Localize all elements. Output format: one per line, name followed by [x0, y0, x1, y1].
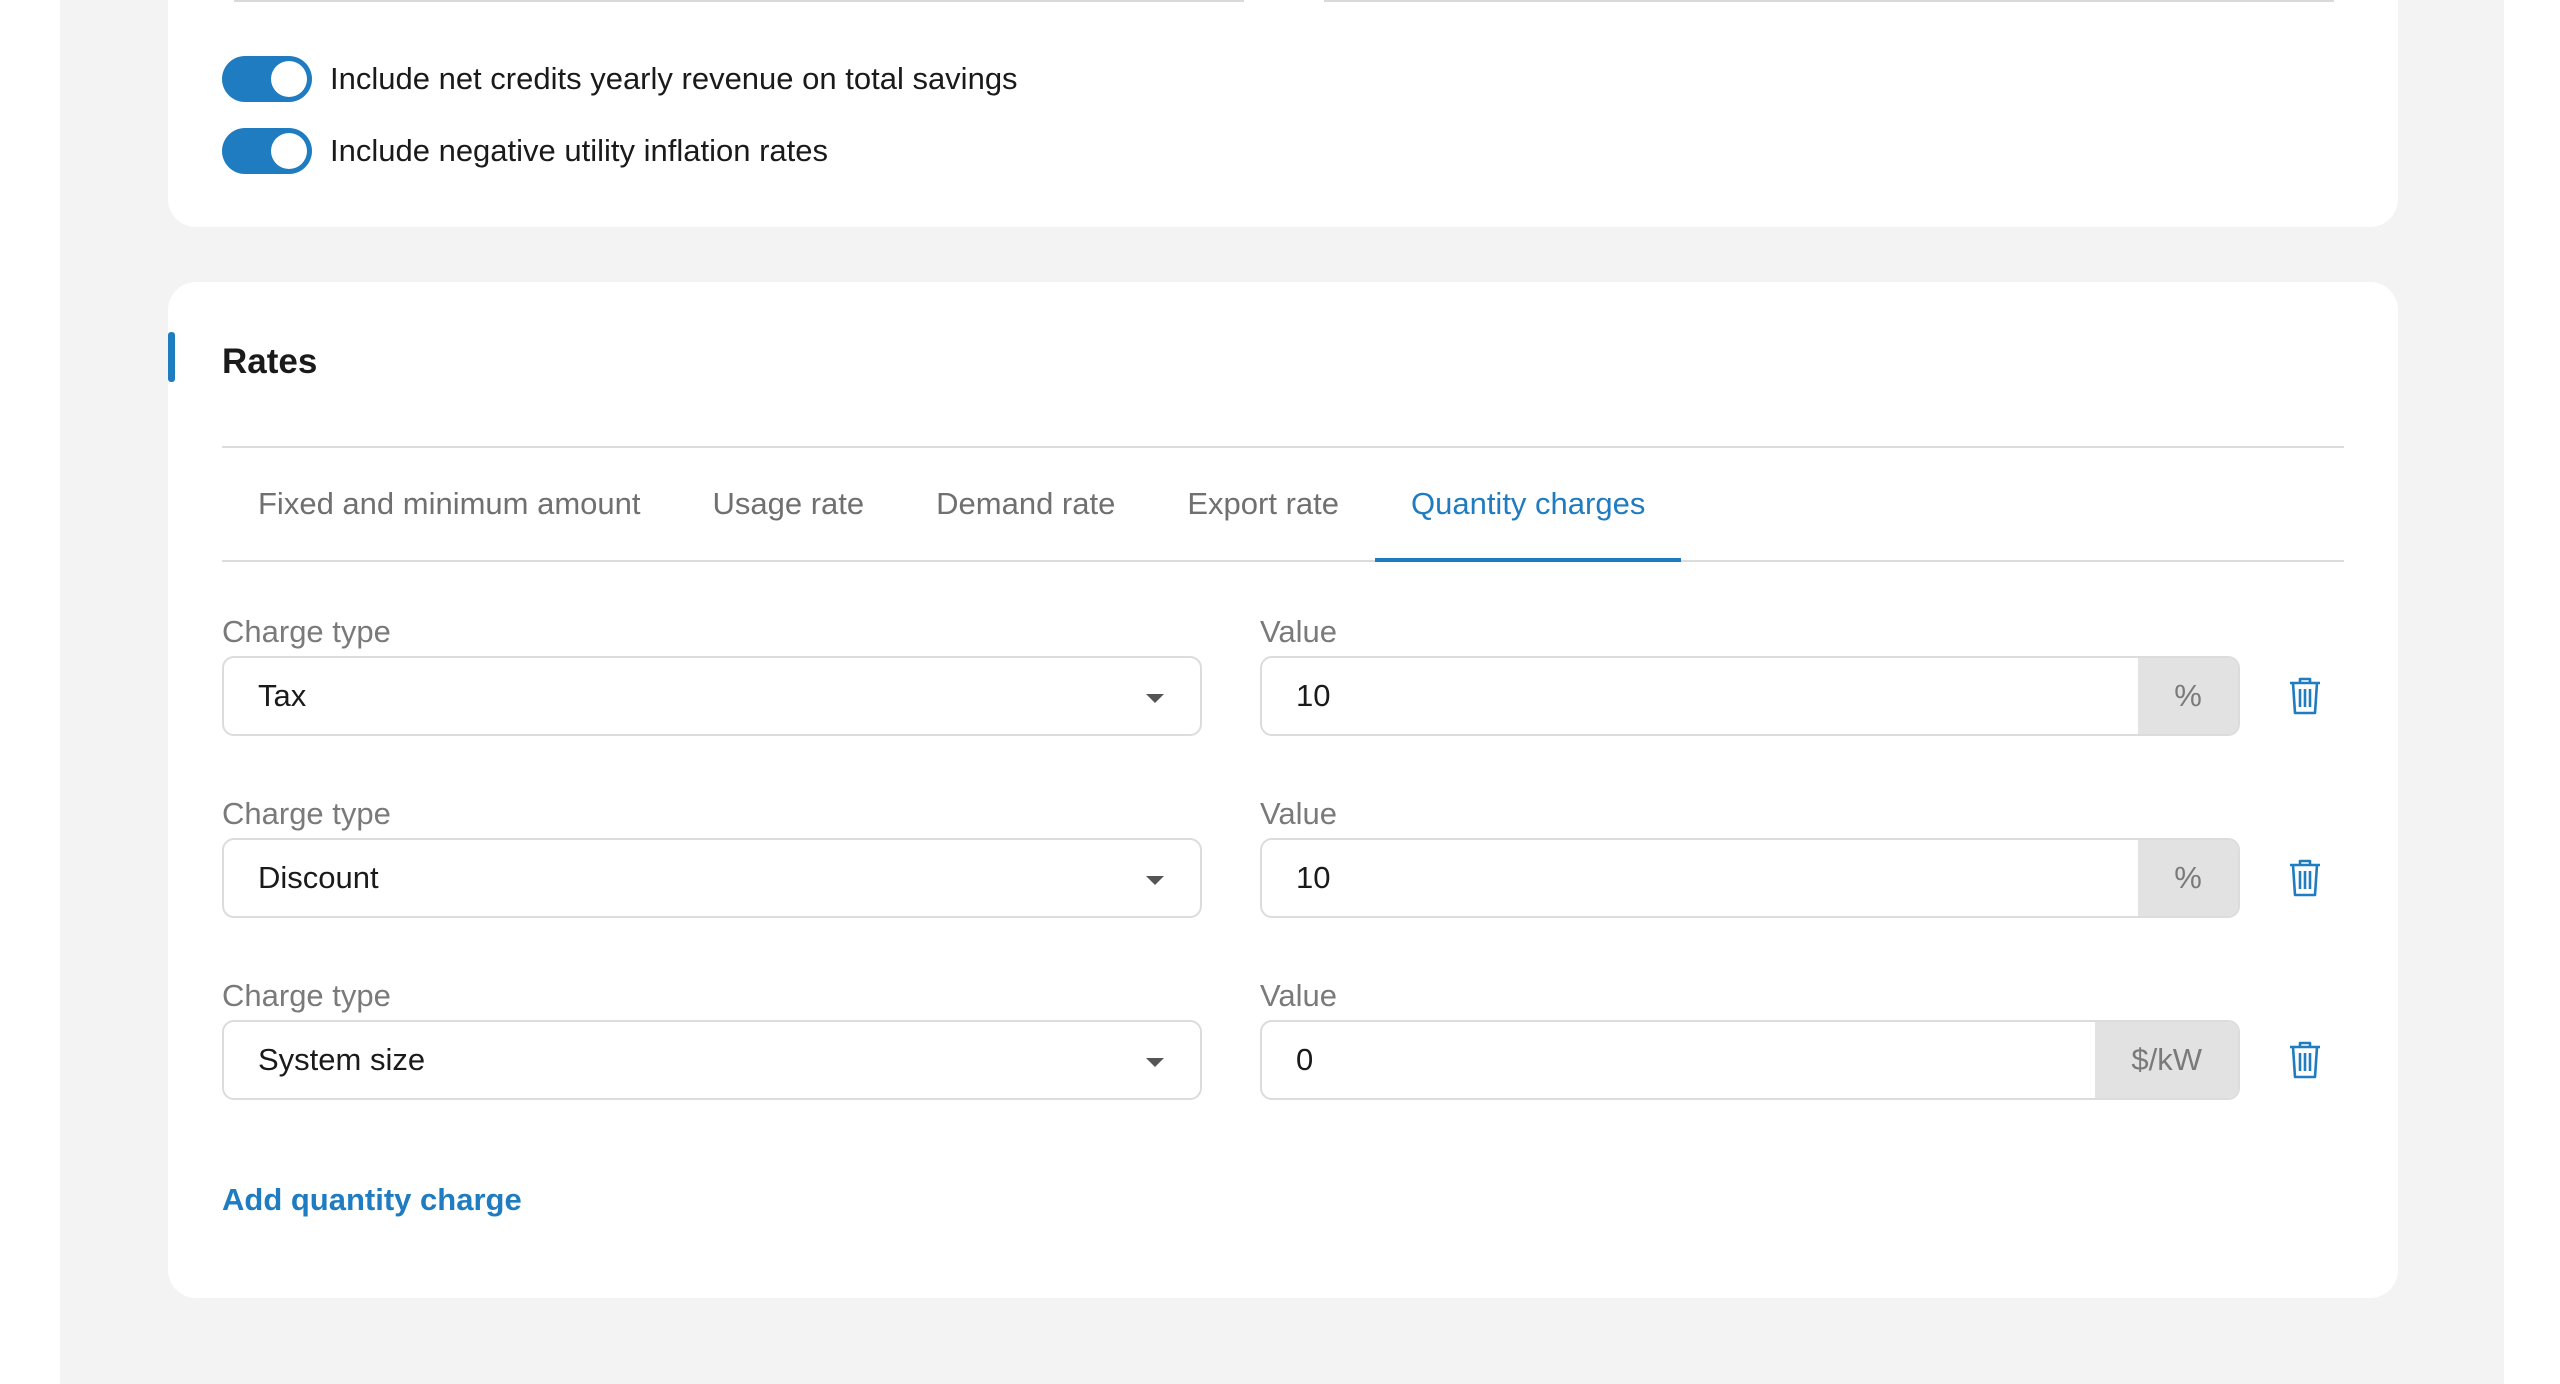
unit-addon: $/kW — [2095, 1022, 2238, 1098]
charge-type-label: Charge type — [222, 978, 391, 1013]
toggle-row-net-credits: Include net credits yearly revenue on to… — [222, 56, 1018, 102]
tab-demand-rate[interactable]: Demand rate — [900, 448, 1151, 560]
caret-down-icon — [1146, 694, 1164, 703]
field-underline — [234, 0, 1244, 2]
value-input[interactable] — [1262, 1022, 2096, 1098]
value-field: $/kW — [1260, 1020, 2240, 1100]
unit-addon: % — [2138, 658, 2238, 734]
section-accent-bar — [168, 332, 175, 382]
tab-fixed-and-minimum-amount[interactable]: Fixed and minimum amount — [222, 448, 677, 560]
toggle-knob — [271, 133, 307, 169]
rates-title: Rates — [222, 342, 318, 381]
field-underlines — [234, 0, 2334, 2]
add-quantity-charge-link[interactable]: Add quantity charge — [222, 1182, 522, 1218]
trash-icon[interactable] — [2288, 1040, 2322, 1080]
caret-down-icon — [1146, 876, 1164, 885]
caret-down-icon — [1146, 1058, 1164, 1067]
value-label: Value — [1260, 796, 1337, 831]
charge-type-selected: Tax — [258, 678, 307, 713]
value-field: % — [1260, 656, 2240, 736]
value-field: % — [1260, 838, 2240, 918]
quantity-charge-row: Charge type Value Tax % — [222, 614, 2344, 778]
toggle-row-negative-inflation: Include negative utility inflation rates — [222, 128, 828, 174]
charge-type-select[interactable]: Tax — [222, 656, 1202, 736]
tab-usage-rate[interactable]: Usage rate — [677, 448, 901, 560]
field-underline — [1324, 0, 2334, 2]
unit-addon: % — [2138, 840, 2238, 916]
tab-quantity-charges[interactable]: Quantity charges — [1374, 448, 1682, 562]
charge-type-label: Charge type — [222, 796, 391, 831]
quantity-charge-row: Charge type Value Discount % — [222, 796, 2344, 960]
value-label: Value — [1260, 978, 1337, 1013]
charge-type-select[interactable]: Discount — [222, 838, 1202, 918]
value-input[interactable] — [1262, 840, 2138, 916]
charge-type-select[interactable]: System size — [222, 1020, 1202, 1100]
negative-inflation-toggle[interactable] — [222, 128, 312, 174]
trash-icon[interactable] — [2288, 858, 2322, 898]
toggle-knob — [271, 61, 307, 97]
rates-card: Rates Fixed and minimum amount Usage rat… — [168, 282, 2398, 1298]
value-label: Value — [1260, 614, 1337, 649]
net-credits-toggle-label: Include net credits yearly revenue on to… — [330, 61, 1018, 96]
trash-icon[interactable] — [2288, 676, 2322, 716]
rates-tabs: Fixed and minimum amount Usage rate Dema… — [222, 448, 2344, 562]
settings-card: Include net credits yearly revenue on to… — [168, 0, 2398, 227]
net-credits-toggle[interactable] — [222, 56, 312, 102]
quantity-charge-row: Charge type Value System size $/kW — [222, 978, 2344, 1142]
tab-export-rate[interactable]: Export rate — [1151, 448, 1375, 560]
charge-type-selected: Discount — [258, 860, 379, 895]
negative-inflation-toggle-label: Include negative utility inflation rates — [330, 133, 829, 168]
value-input[interactable] — [1262, 658, 2138, 734]
charge-type-selected: System size — [258, 1042, 426, 1077]
charge-type-label: Charge type — [222, 614, 391, 649]
